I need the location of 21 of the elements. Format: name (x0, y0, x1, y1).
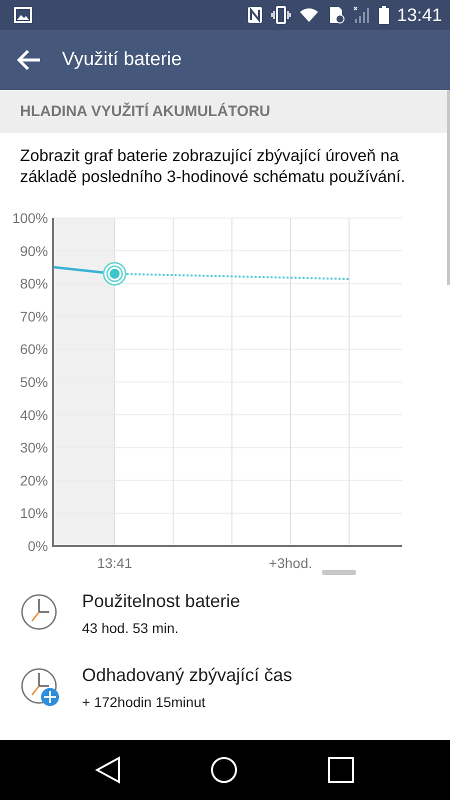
y-tick-label: 0% (28, 538, 48, 554)
item-title: Použitelnost baterie (82, 590, 240, 612)
description-text: Zobrazit graf baterie zobrazující zbývající úroveň na základě posledního 3-hodinové schématu používání. (19, 146, 406, 188)
y-tick-label: 30% (20, 440, 48, 456)
y-tick-label: 80% (20, 276, 48, 292)
y-tick-label: 90% (20, 242, 48, 259)
y-tick-label: 50% (20, 374, 48, 390)
screen-title: Využití baterie (62, 49, 182, 71)
y-tick-label: 70% (20, 308, 48, 324)
y-tick-label: 10% (20, 505, 48, 522)
clock-time: 13:41 (396, 4, 442, 26)
item-value: + 172hodin 15minut (82, 694, 206, 710)
x-tick-label: 13:41 (97, 555, 132, 571)
y-tick-label: 60% (20, 341, 48, 358)
item-value: 43 hod. 53 min. (82, 620, 180, 636)
y-tick-label: 40% (20, 406, 48, 423)
y-tick-label: 100% (12, 210, 48, 226)
section-header: HLADINA VYUŽITÍ AKUMULÁTORU (0, 90, 450, 133)
item-title: Odhadovaný zbývající čas (82, 664, 292, 686)
x-tick-label: +3hod. (268, 555, 312, 571)
y-tick-label: 20% (20, 472, 48, 488)
